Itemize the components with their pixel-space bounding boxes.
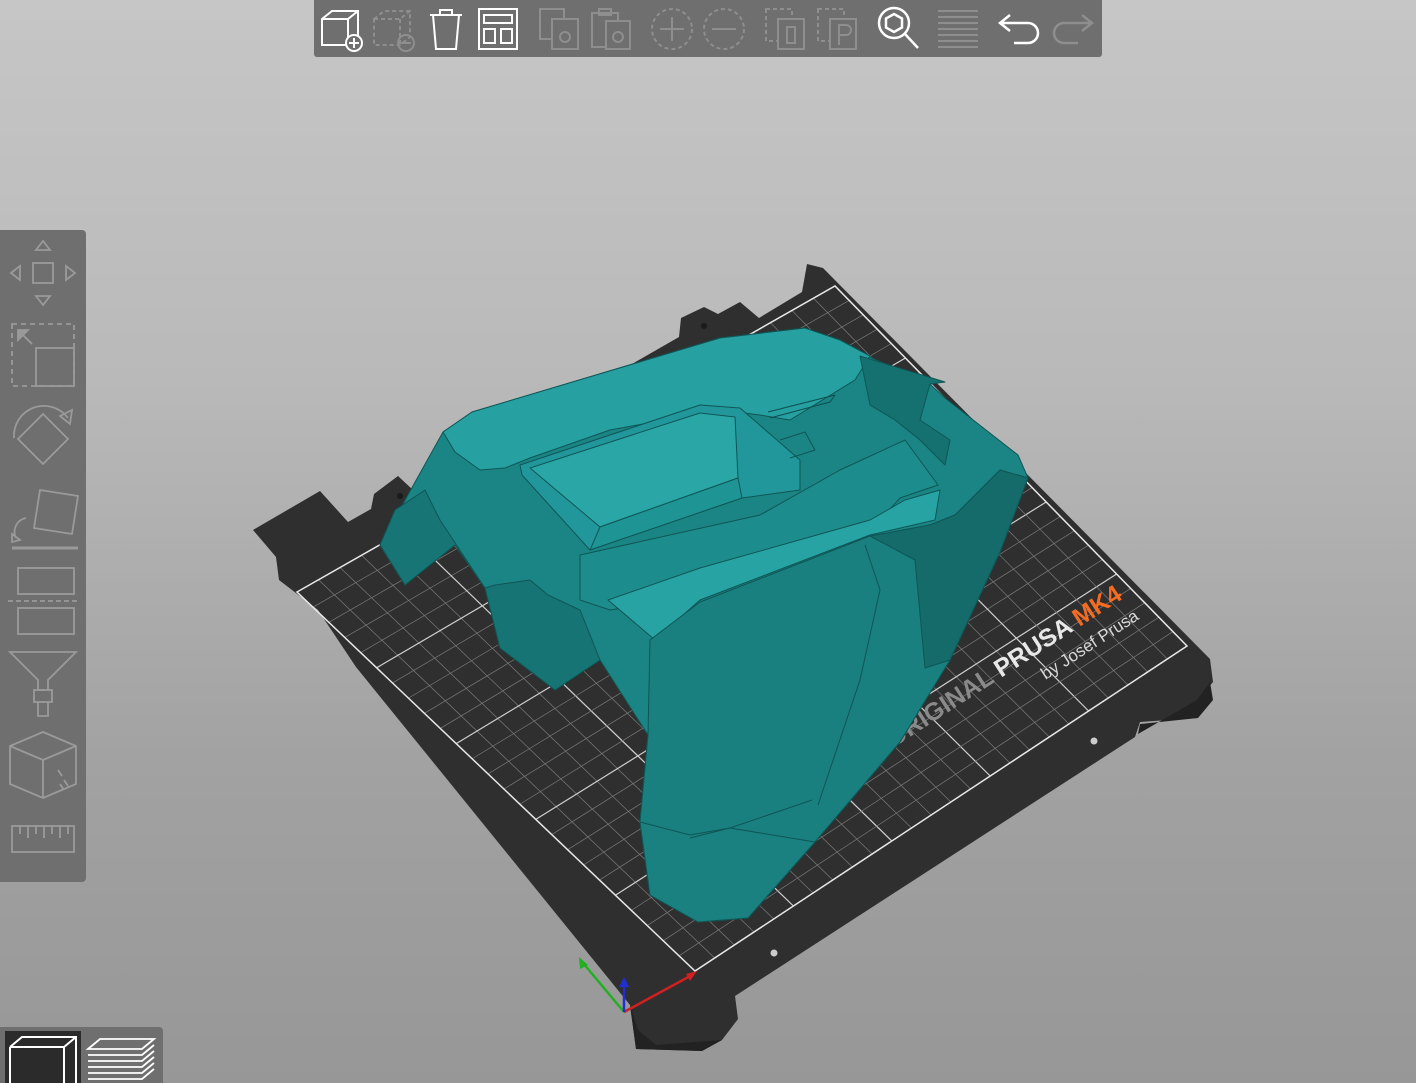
paste-button[interactable] (587, 4, 637, 54)
add-object-icon (321, 10, 363, 52)
remove-instance-icon (703, 8, 745, 50)
measure-tool-button[interactable] (4, 800, 82, 878)
split-parts-button[interactable] (813, 4, 863, 54)
layer-editing-icon (938, 10, 978, 48)
rotate-tool-button[interactable] (4, 398, 82, 476)
arrange-button[interactable] (473, 4, 523, 54)
scale-tool-button[interactable] (4, 316, 82, 394)
undo-button[interactable] (995, 4, 1045, 54)
delete-object-icon (373, 10, 415, 52)
search-icon (877, 6, 919, 49)
move-icon (9, 239, 77, 307)
paint-supports-button[interactable] (4, 644, 82, 722)
redo-button[interactable] (1047, 4, 1097, 54)
add-instance-button[interactable] (647, 4, 697, 54)
arrange-icon (478, 8, 518, 50)
3d-viewport[interactable]: ORIGINAL PRUSA MK4 by Josef Prusa (0, 0, 1416, 1083)
preview-layers-icon (85, 1038, 157, 1080)
paint-supports-icon (7, 651, 79, 717)
left-toolbar (0, 230, 86, 882)
add-object-button[interactable] (317, 4, 367, 54)
seam-painting-button[interactable] (4, 726, 82, 804)
layer-editing-button[interactable] (933, 4, 983, 54)
rotate-icon (13, 405, 74, 466)
scale-icon (11, 323, 75, 387)
split-objects-button[interactable] (761, 4, 811, 54)
delete-all-button[interactable] (421, 4, 471, 54)
redo-icon (1052, 14, 1095, 45)
remove-instance-button[interactable] (699, 4, 749, 54)
add-instance-icon (651, 8, 693, 50)
view-toggle (0, 1027, 163, 1083)
seam-painting-icon (9, 731, 77, 799)
copy-button[interactable] (535, 4, 585, 54)
split-parts-icon (817, 8, 857, 50)
top-toolbar (314, 0, 1102, 57)
cut-tool-button[interactable] (4, 562, 82, 640)
place-on-face-icon (11, 488, 80, 550)
place-on-face-button[interactable] (4, 480, 82, 558)
move-tool-button[interactable] (4, 234, 82, 312)
search-button[interactable] (873, 4, 923, 54)
cut-icon (8, 567, 78, 635)
measure-icon (11, 825, 75, 853)
3d-view-button[interactable] (5, 1031, 81, 1083)
copy-icon (539, 8, 579, 50)
preview-button[interactable] (83, 1031, 159, 1083)
3d-view-icon (9, 1036, 77, 1083)
paste-icon (591, 8, 631, 50)
split-objects-icon (765, 8, 805, 50)
delete-all-icon (430, 9, 462, 50)
delete-object-button[interactable] (369, 4, 419, 54)
undo-icon (997, 14, 1040, 45)
